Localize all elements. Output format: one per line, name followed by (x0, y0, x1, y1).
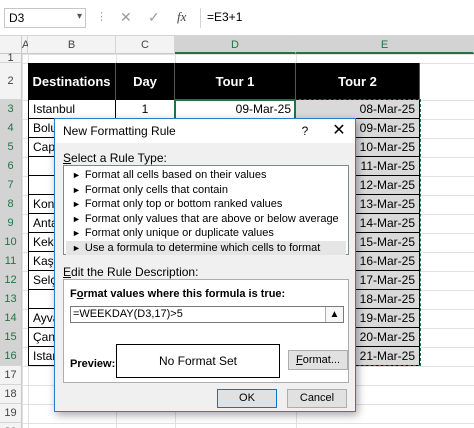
ok-button[interactable]: OK (217, 389, 277, 408)
rule-type-item[interactable]: ► Format all cells based on their values (66, 168, 346, 183)
gridline (22, 423, 474, 424)
table-header-day: Day (116, 63, 175, 100)
rule-type-item[interactable]: ► Use a formula to determine which cells … (66, 240, 346, 255)
rule-type-label: Format only unique or duplicate values (84, 227, 274, 239)
gridline (22, 54, 23, 428)
row-header-4[interactable]: 4 (0, 119, 22, 138)
formula-label: Format values where this formula is true… (70, 288, 286, 300)
row-header-3[interactable]: 3 (0, 100, 22, 119)
enter-icon[interactable]: ✓ (148, 9, 160, 26)
table-header-destinations: Destinations (28, 63, 116, 100)
preview-box: No Format Set (116, 344, 280, 378)
arrow-right-icon: ► (72, 242, 81, 253)
row-header-15[interactable]: 15 (0, 328, 22, 347)
format-button[interactable]: Format... (288, 350, 348, 370)
row-header-1[interactable]: 1 (0, 53, 22, 64)
help-button[interactable]: ? (295, 119, 315, 143)
rule-type-label: Use a formula to determine which cells t… (84, 241, 321, 254)
arrow-right-icon: ► (72, 199, 81, 209)
edit-rule-description-label: Edit the Rule Description: (63, 265, 199, 279)
row-header-20[interactable]: 20 (0, 423, 22, 428)
formula-bar: D3 ▾ ⋮ ✕ ✓ fx =E3+1 (0, 0, 474, 36)
rule-type-label: Format all cells based on their values (84, 169, 267, 181)
formula-field[interactable]: =WEEKDAY(D3,17)>5 ▲ (70, 306, 344, 323)
formula-bar-grip-icon: ⋮ (96, 11, 107, 23)
cell-e3[interactable]: 08-Mar-25 (296, 100, 420, 119)
new-formatting-rule-dialog: New Formatting Rule ? ✕ Select a Rule Ty… (54, 118, 356, 412)
cancel-icon[interactable]: ✕ (120, 9, 132, 26)
rule-type-item[interactable]: ► Format only top or bottom ranked values (66, 197, 346, 212)
arrow-right-icon: ► (72, 184, 81, 195)
row-header-19[interactable]: 19 (0, 404, 22, 423)
row-header-7[interactable]: 7 (0, 176, 22, 195)
column-header-d[interactable]: D (175, 36, 296, 54)
column-header-c[interactable]: C (116, 36, 175, 54)
chevron-down-icon[interactable]: ▾ (77, 11, 82, 22)
column-header-b[interactable]: B (28, 36, 116, 54)
row-header-18[interactable]: 18 (0, 385, 22, 404)
rule-type-list[interactable]: ► Format all cells based on their values ►… (63, 165, 349, 255)
row-header-9[interactable]: 9 (0, 214, 22, 233)
arrow-right-icon: ► (72, 228, 81, 238)
name-box[interactable]: D3 ▾ (4, 8, 86, 28)
insert-function-icon[interactable]: fx (177, 9, 186, 25)
preview-label: Preview: (70, 358, 116, 370)
rule-type-label: Format only top or bottom ranked values (84, 198, 283, 210)
row-header-16[interactable]: 16 (0, 347, 22, 366)
rule-type-item[interactable]: ► Format only cells that contain (66, 183, 346, 198)
cell-c3[interactable]: 1 (116, 100, 175, 119)
gridline (22, 54, 474, 55)
column-header-e[interactable]: E (296, 36, 474, 54)
row-header-2[interactable]: 2 (0, 63, 22, 100)
close-icon[interactable]: ✕ (325, 119, 353, 143)
table-header-tour1: Tour 1 (175, 63, 296, 100)
cell-b3[interactable]: Istanbul (28, 100, 116, 119)
rule-type-item[interactable]: ► Format only values that are above or be… (66, 212, 346, 227)
row-header-8[interactable]: 8 (0, 195, 22, 214)
row-header-14[interactable]: 14 (0, 309, 22, 328)
row-header-10[interactable]: 10 (0, 233, 22, 252)
row-header-12[interactable]: 12 (0, 271, 22, 290)
arrow-right-icon: ► (72, 170, 81, 180)
table-header-tour2: Tour 2 (296, 63, 420, 100)
row-header-6[interactable]: 6 (0, 157, 22, 176)
name-box-value: D3 (9, 11, 25, 25)
rule-type-label: Format only values that are above or bel… (84, 212, 339, 225)
select-rule-type-label: Select a Rule Type: (63, 151, 167, 165)
collapse-dialog-icon[interactable]: ▲ (325, 307, 343, 322)
row-header-5[interactable]: 5 (0, 138, 22, 157)
cancel-button[interactable]: Cancel (287, 389, 347, 408)
formula-field-value: =WEEKDAY(D3,17)>5 (73, 308, 183, 320)
row-header-17[interactable]: 17 (0, 366, 22, 385)
formula-input[interactable]: =E3+1 (200, 8, 474, 28)
rule-type-label: Format only cells that contain (84, 183, 228, 196)
row-header-13[interactable]: 13 (0, 290, 22, 309)
rule-description-panel: Format values where this formula is true… (63, 279, 349, 383)
row-header-11[interactable]: 11 (0, 252, 22, 271)
rule-type-item[interactable]: ► Format only unique or duplicate values (66, 226, 346, 241)
cell-d3[interactable]: 09-Mar-25 (175, 100, 296, 119)
arrow-right-icon: ► (72, 213, 81, 224)
